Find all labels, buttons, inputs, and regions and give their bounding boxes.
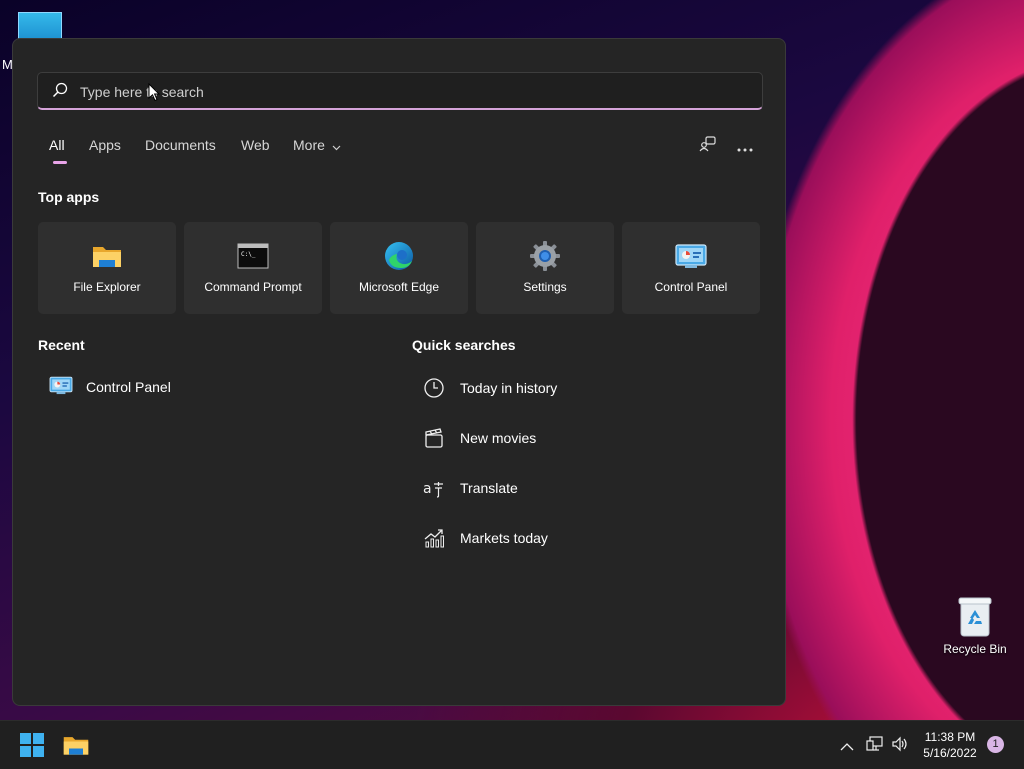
- clapperboard-icon: [423, 427, 445, 449]
- taskbar-clock[interactable]: 11:38 PM 5/16/2022: [915, 729, 985, 761]
- start-button[interactable]: [18, 731, 48, 759]
- edge-icon: [383, 240, 415, 272]
- svg-text:a: a: [423, 481, 432, 497]
- app-tile-control-panel[interactable]: Control Panel: [622, 222, 760, 314]
- quick-searches-title: Quick searches: [412, 337, 516, 353]
- account-switch-icon[interactable]: [699, 135, 717, 158]
- tab-more-label: More: [293, 137, 325, 153]
- top-apps-title: Top apps: [38, 189, 100, 205]
- network-icon[interactable]: [866, 735, 884, 758]
- recent-item-label: Control Panel: [86, 379, 171, 395]
- app-tile-command-prompt[interactable]: C:\_ Command Prompt: [184, 222, 322, 314]
- command-prompt-icon: C:\_: [237, 240, 269, 272]
- app-tile-label: Control Panel: [654, 280, 728, 294]
- recycle-bin-label: Recycle Bin: [943, 642, 1007, 656]
- clock-date: 5/16/2022: [923, 746, 977, 760]
- tab-apps[interactable]: Apps: [89, 137, 121, 153]
- folder-icon: [91, 240, 123, 272]
- volume-icon[interactable]: [891, 735, 909, 758]
- app-tile-label: Microsoft Edge: [358, 280, 440, 294]
- tab-all[interactable]: All: [49, 137, 65, 153]
- more-options-icon[interactable]: [737, 140, 753, 158]
- search-input[interactable]: [78, 81, 742, 103]
- quick-search-label: Translate: [460, 480, 518, 496]
- app-tile-label: File Explorer: [73, 280, 141, 294]
- chart-icon: [423, 527, 445, 549]
- windows-logo-icon: [20, 733, 44, 757]
- recent-title: Recent: [38, 337, 85, 353]
- active-tab-indicator: [53, 161, 67, 164]
- recycle-bin[interactable]: Recycle Bin: [940, 594, 1010, 656]
- clock-time: 11:38 PM: [924, 730, 976, 744]
- control-panel-icon: [675, 240, 707, 272]
- folder-icon: [63, 737, 89, 755]
- control-panel-icon: [49, 375, 73, 402]
- recycle-bin-icon: [957, 594, 993, 638]
- gear-icon: [529, 240, 561, 272]
- quick-search-label: New movies: [460, 430, 537, 446]
- app-tile-label: Command Prompt: [204, 280, 302, 294]
- quick-search-new-movies[interactable]: New movies: [423, 425, 763, 455]
- translate-icon: a: [423, 477, 445, 499]
- quick-search-markets-today[interactable]: Markets today: [423, 525, 763, 555]
- search-icon: [52, 82, 68, 103]
- quick-search-translate[interactable]: a Translate: [423, 475, 763, 505]
- tab-more[interactable]: More: [293, 137, 341, 154]
- chevron-up-icon[interactable]: [840, 738, 854, 756]
- search-panel: All Apps Documents Web More Top apps: [12, 38, 786, 706]
- quick-search-today-in-history[interactable]: Today in history: [423, 375, 763, 405]
- app-tile-settings[interactable]: Settings: [476, 222, 614, 314]
- quick-search-label: Today in history: [460, 380, 558, 396]
- clock-icon: [423, 377, 445, 399]
- app-tile-label: Settings: [523, 280, 567, 294]
- quick-search-label: Markets today: [460, 530, 548, 546]
- taskbar-file-explorer-button[interactable]: [62, 731, 92, 759]
- search-box[interactable]: [37, 72, 763, 110]
- app-tile-file-explorer[interactable]: File Explorer: [38, 222, 176, 314]
- notification-badge[interactable]: 1: [987, 736, 1004, 753]
- tab-web[interactable]: Web: [241, 137, 270, 153]
- svg-text:C:\_: C:\_: [241, 251, 256, 258]
- tab-documents[interactable]: Documents: [145, 137, 216, 153]
- app-tile-microsoft-edge[interactable]: Microsoft Edge: [330, 222, 468, 314]
- chevron-down-icon: [332, 138, 341, 154]
- taskbar: 11:38 PM 5/16/2022 1: [0, 720, 1024, 769]
- mouse-pointer-icon: [148, 82, 162, 108]
